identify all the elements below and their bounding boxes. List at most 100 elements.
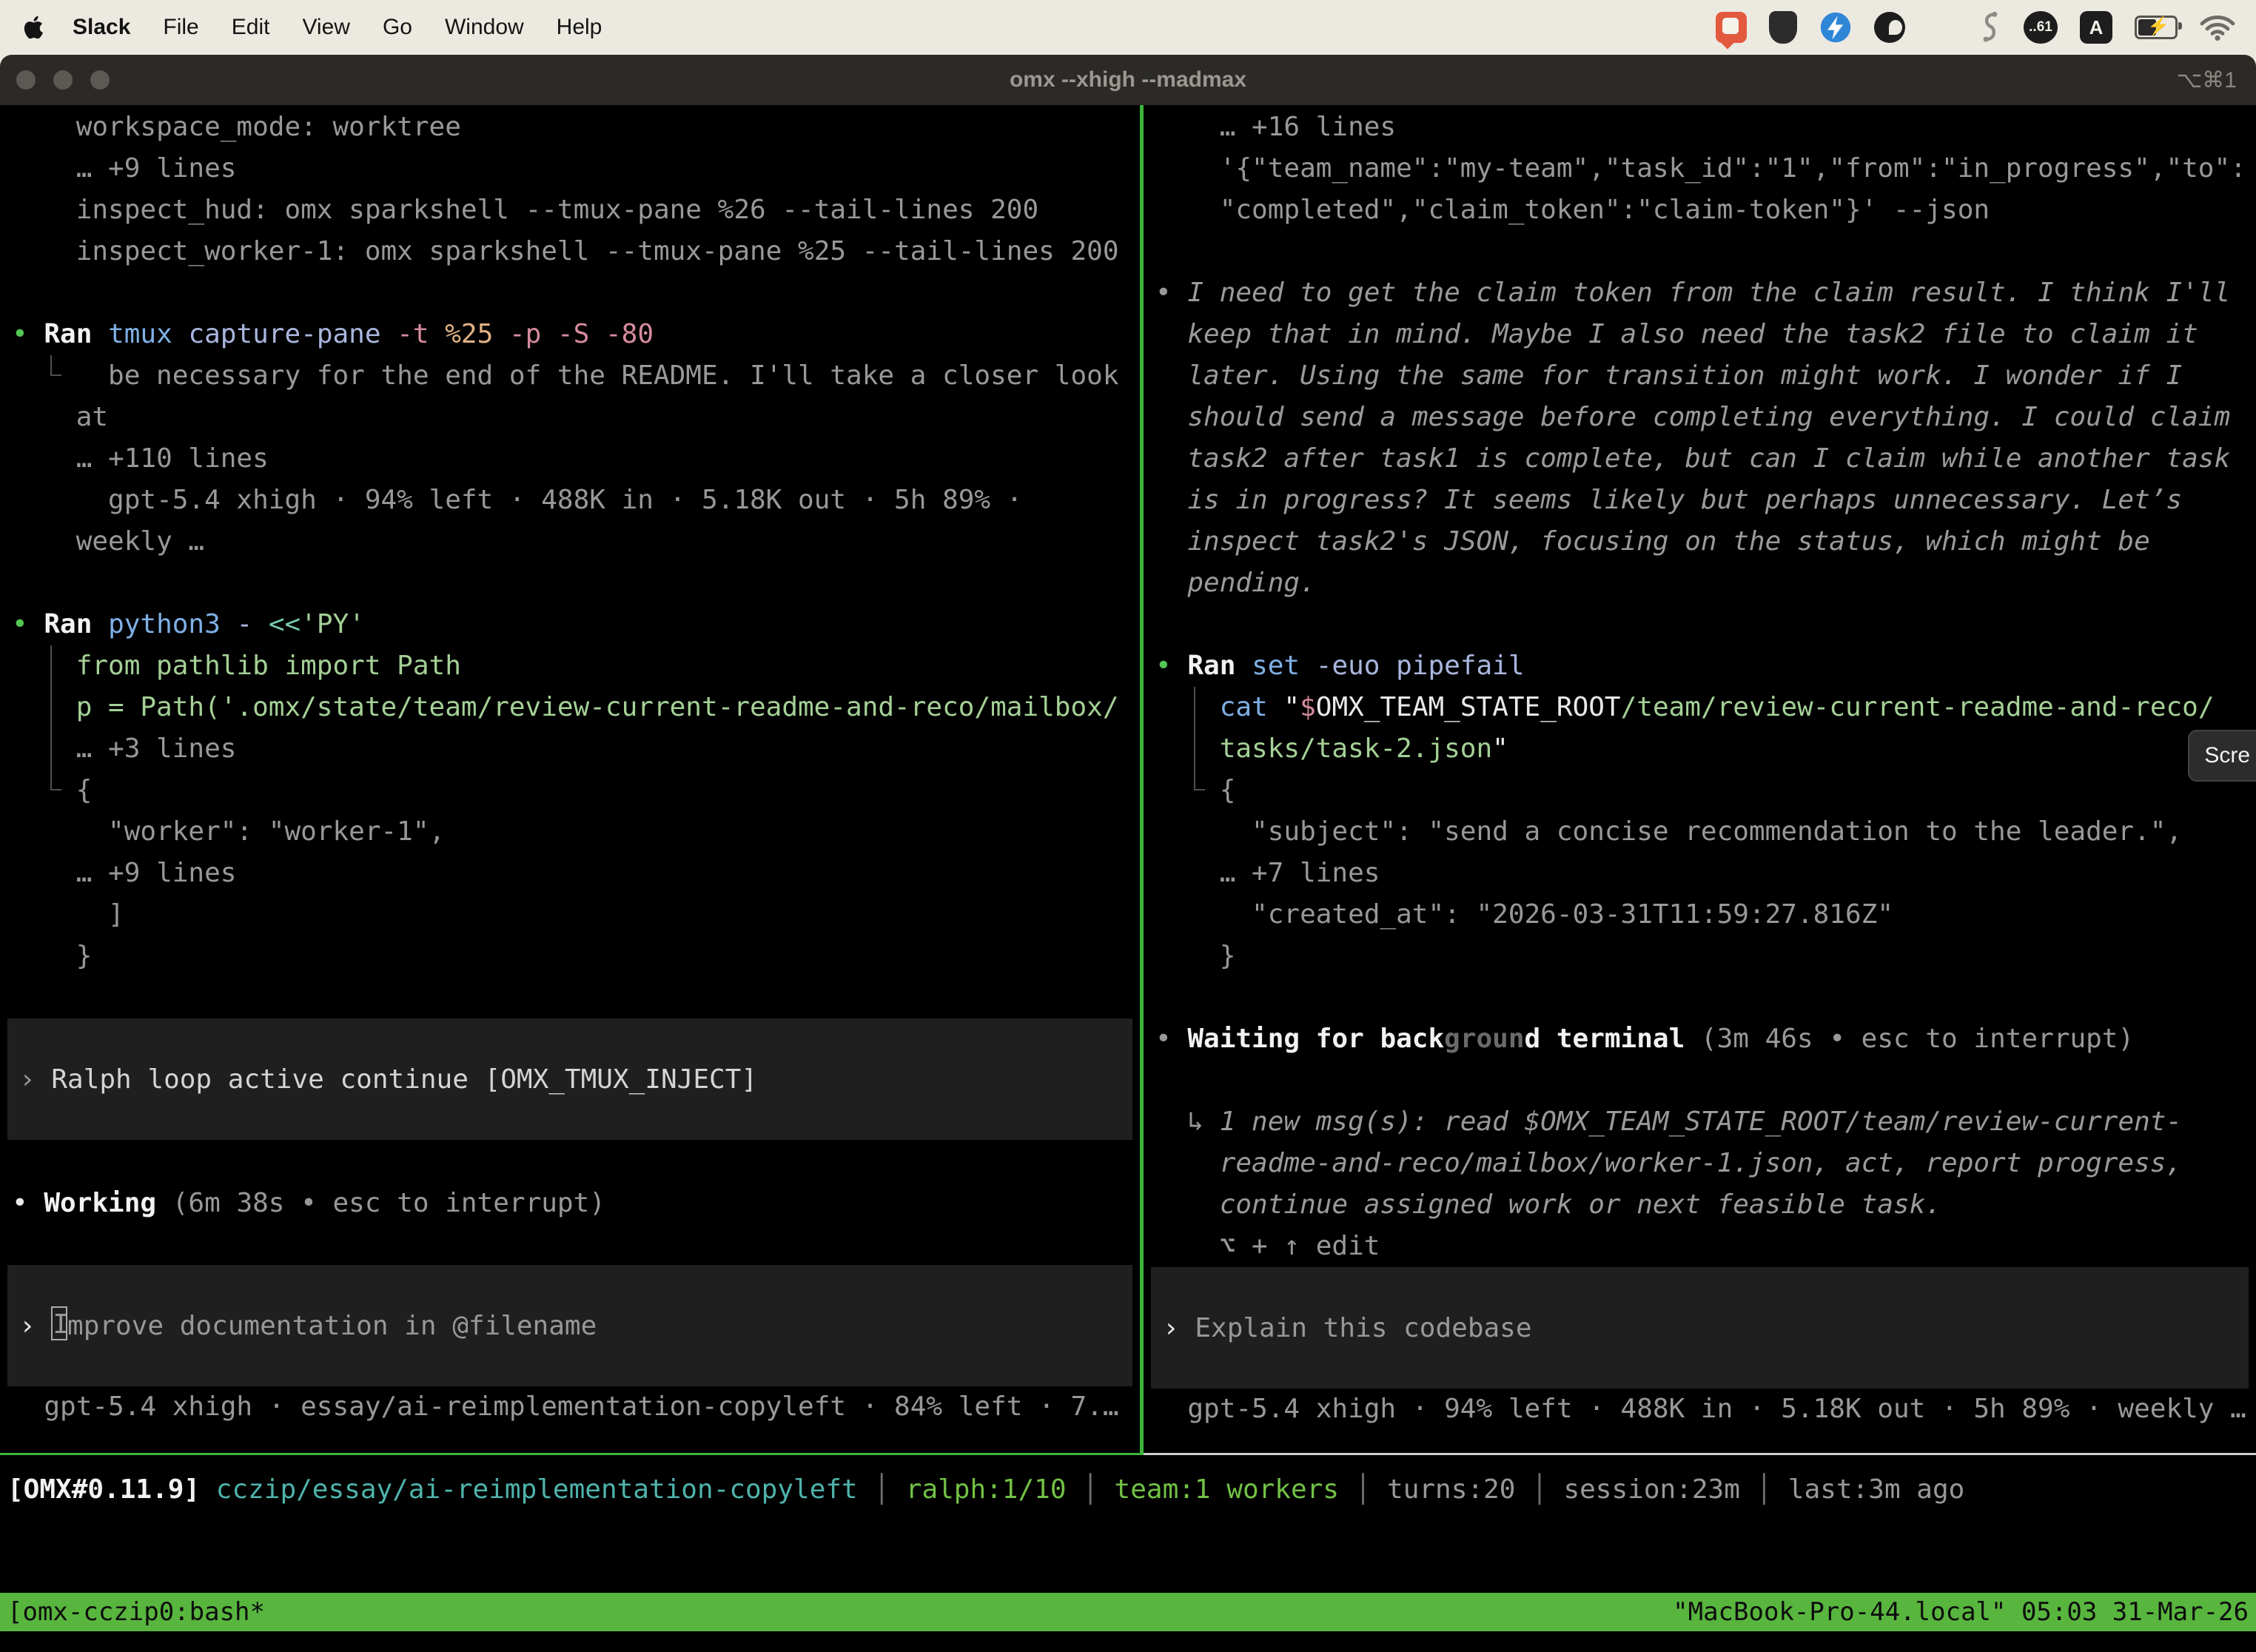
text-segment xyxy=(12,651,44,681)
text-segment xyxy=(1187,728,1203,770)
text-segment: inspect_hud: omx sparkshell --tmux-pane … xyxy=(12,195,1038,225)
prompt-input-left[interactable]: › I mprove documentation in @filename xyxy=(7,1265,1132,1386)
text-segment: 1 new msg(s): read $OMX_TEAM_STATE_ROOT/… xyxy=(1220,1107,2182,1137)
pane-bottom-borders xyxy=(0,1453,2256,1455)
text-segment: p = Path('.omx/state/team/review-current… xyxy=(60,692,1118,722)
text-segment: -euo pipefail xyxy=(1316,651,1525,681)
terminal-line: from pathlib import Path xyxy=(0,645,1140,687)
terminal-line: { xyxy=(1144,770,2256,811)
apple-menu-icon[interactable] xyxy=(21,13,44,41)
text-segment: OMX_TEAM_STATE_ROOT xyxy=(1316,692,1621,722)
text-cursor: I xyxy=(51,1306,67,1340)
menu-item-file[interactable]: File xyxy=(163,15,198,40)
battery-icon[interactable]: ⚡ xyxy=(2135,16,2178,39)
terminal-line: … +110 lines xyxy=(0,438,1140,480)
dots-grid-icon[interactable] xyxy=(1927,13,1957,42)
text-segment: %25 xyxy=(445,319,509,349)
text-segment: { xyxy=(1203,775,1235,805)
prompt-input-right[interactable]: › Explain this codebase xyxy=(1151,1267,2249,1389)
text-segment: ⌥ + ↑ edit xyxy=(1155,1231,1380,1261)
terminal-line: "completed","claim_token":"claim-token"}… xyxy=(1144,189,2256,231)
text-segment: … +110 lines xyxy=(12,443,269,474)
zoom-button[interactable] xyxy=(90,70,110,90)
text-segment: Explain this codebase xyxy=(1195,1313,1531,1343)
text-segment: ] xyxy=(12,899,124,930)
terminal-line: cat "$OMX_TEAM_STATE_ROOT/team/review-cu… xyxy=(1144,687,2256,728)
text-segment: • xyxy=(1155,1024,1187,1054)
text-segment: at xyxy=(12,402,108,432)
text-segment xyxy=(44,687,60,728)
terminal-line: "created_at": "2026-03-31T11:59:27.816Z" xyxy=(1144,894,2256,936)
text-segment xyxy=(1155,733,1187,764)
text-segment: } xyxy=(12,941,92,971)
text-segment: /team/review-current-readme-and-reco/ xyxy=(1621,692,2215,722)
text-segment xyxy=(1203,692,1220,722)
text-segment: ↳ xyxy=(1155,1107,1220,1137)
menu-item-edit[interactable]: Edit xyxy=(232,15,270,40)
text-segment: -t xyxy=(397,319,445,349)
text-segment: later. Using the same for transition mig… xyxy=(1155,360,2182,391)
shield-grid-icon[interactable] xyxy=(1769,11,1797,44)
terminal-line xyxy=(0,563,1140,604)
window-titlebar: omx --xhigh --madmax ⌥⌘1 xyxy=(0,55,2256,105)
terminal-line: task2 after task1 is complete, but can I… xyxy=(1144,438,2256,480)
terminal-line: } xyxy=(1144,936,2256,977)
bolt-circle-icon[interactable] xyxy=(1819,11,1852,44)
menu-bar: Slack File Edit View Go Window Help ..61… xyxy=(0,0,2256,55)
hud-pane: [OMX#0.11.9] cczip/essay/ai-reimplementa… xyxy=(0,1455,2256,1593)
status-line-left: gpt-5.4 xhigh · essay/ai-reimplementatio… xyxy=(0,1386,1140,1428)
text-segment: … +16 lines xyxy=(1155,112,1396,142)
terminal-line: } xyxy=(0,936,1140,977)
text-segment: Ran xyxy=(1187,651,1252,681)
screen: Slack File Edit View Go Window Help ..61… xyxy=(0,0,2256,1652)
badge-61-icon[interactable]: ..61 xyxy=(2024,11,2058,44)
screen-overlay-button[interactable]: Scre xyxy=(2188,730,2256,782)
terminal-line: "worker": "worker-1", xyxy=(0,811,1140,853)
terminal-line: • Ran set -euo pipefail xyxy=(1144,645,2256,687)
s-curve-icon[interactable] xyxy=(1979,11,2001,44)
close-button[interactable] xyxy=(16,70,36,90)
text-segment: gpt-5.4 xhigh · 94% left · 488K in · 5.1… xyxy=(12,485,1022,515)
text-segment: tmux xyxy=(108,319,188,349)
menu-item-app[interactable]: Slack xyxy=(73,15,130,40)
terminal-line: … +7 lines xyxy=(1144,853,2256,894)
terminal-line: is in progress? It seems likely but perh… xyxy=(1144,480,2256,521)
text-segment: cat xyxy=(1220,692,1284,722)
terminal-line xyxy=(1144,604,2256,645)
text-segment xyxy=(44,770,60,811)
text-segment xyxy=(12,775,44,805)
right-output: … +16 lines '{"team_name":"my-team","tas… xyxy=(1144,107,2256,1267)
text-segment: Ralph loop active continue [OMX_TMUX_INJ… xyxy=(51,1064,757,1095)
input-placeholder: mprove documentation in @filename xyxy=(67,1311,597,1341)
terminal-line xyxy=(0,272,1140,314)
screen-record-chat-icon[interactable] xyxy=(1716,12,1747,43)
text-segment: │ xyxy=(873,1474,905,1505)
text-segment: -S xyxy=(557,319,605,349)
terminal-line: ↳ 1 new msg(s): read $OMX_TEAM_STATE_ROO… xyxy=(1144,1101,2256,1143)
text-segment: • xyxy=(12,1188,44,1218)
menu-item-help[interactable]: Help xyxy=(557,15,602,40)
window-title: omx --xhigh --madmax xyxy=(1010,67,1246,93)
pie-circle-icon[interactable] xyxy=(1874,12,1905,43)
text-segment: │ xyxy=(1355,1474,1387,1505)
text-segment: python3 xyxy=(108,609,236,639)
terminal-line: • Ran tmux capture-pane -t %25 -p -S -80 xyxy=(0,314,1140,355)
tmux-session-label: [omx-cczip0:bash* xyxy=(7,1597,265,1627)
text-segment: weekly … xyxy=(12,526,204,557)
text-segment: -80 xyxy=(605,319,654,349)
menu-item-go[interactable]: Go xyxy=(383,15,412,40)
terminal-line: • Waiting for background terminal (3m 46… xyxy=(1144,1018,2256,1060)
wifi-icon[interactable] xyxy=(2200,14,2235,41)
menu-item-view[interactable]: View xyxy=(302,15,349,40)
text-segment xyxy=(44,645,60,687)
text-segment: (6m 38s • esc to interrupt) xyxy=(156,1188,605,1218)
keyboard-layout-icon[interactable]: A xyxy=(2080,11,2112,44)
text-segment: $ xyxy=(1300,692,1316,722)
menu-item-window[interactable]: Window xyxy=(445,15,524,40)
text-segment: inspect_worker-1: omx sparkshell --tmux-… xyxy=(12,236,1119,266)
text-segment: { xyxy=(60,775,92,805)
text-segment: cczip/essay/ai-reimplementation-copyleft xyxy=(216,1474,874,1505)
terminal-line: later. Using the same for transition mig… xyxy=(1144,355,2256,397)
terminal-line: inspect task2's JSON, focusing on the st… xyxy=(1144,521,2256,563)
minimize-button[interactable] xyxy=(53,70,73,90)
